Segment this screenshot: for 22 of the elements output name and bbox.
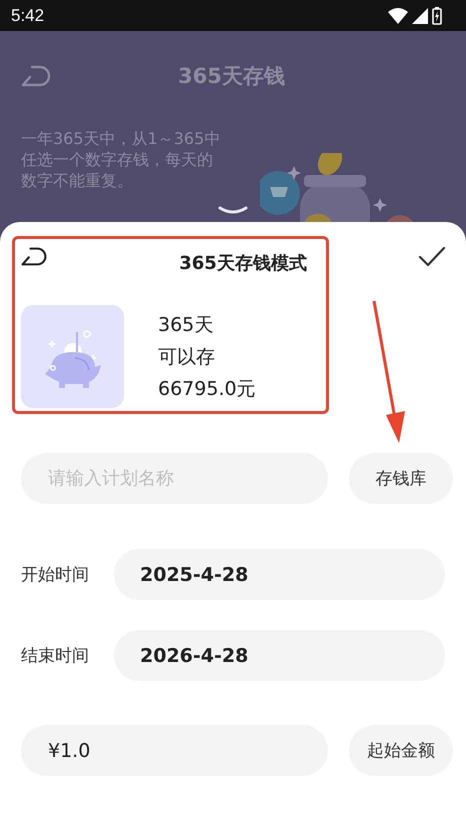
mode-info-text: 365天	[158, 312, 214, 338]
description-line: 一年365天中，从1～365中	[21, 128, 220, 149]
date-label: 开始时间	[21, 564, 90, 586]
check-icon[interactable]	[418, 246, 446, 268]
battery-icon	[432, 6, 442, 24]
mode-info-text: 66795.0元	[158, 376, 256, 402]
wifi-icon	[388, 8, 408, 24]
date-field[interactable]: 2026-4-28	[114, 630, 445, 681]
description-line: 数字不能重复。	[21, 170, 134, 191]
back-icon[interactable]	[20, 246, 48, 267]
date-label: 结束时间	[21, 645, 90, 667]
page-title: 365天存钱	[178, 63, 285, 90]
description-line: 任选一个数字存钱，每天的	[21, 149, 214, 170]
amount-field[interactable]: ¥1.0	[21, 725, 328, 776]
chevron-down-icon[interactable]	[218, 206, 248, 216]
mode-info-text: 可以存	[158, 344, 216, 370]
money-library-button[interactable]: 存钱库	[349, 453, 453, 504]
sheet-title: 365天存钱模式	[178, 252, 308, 275]
clock: 5:42	[11, 6, 44, 26]
signal-icon	[412, 8, 428, 24]
date-field[interactable]: 2025-4-28	[114, 549, 445, 600]
start-amount-button[interactable]: 起始金额	[349, 725, 453, 776]
